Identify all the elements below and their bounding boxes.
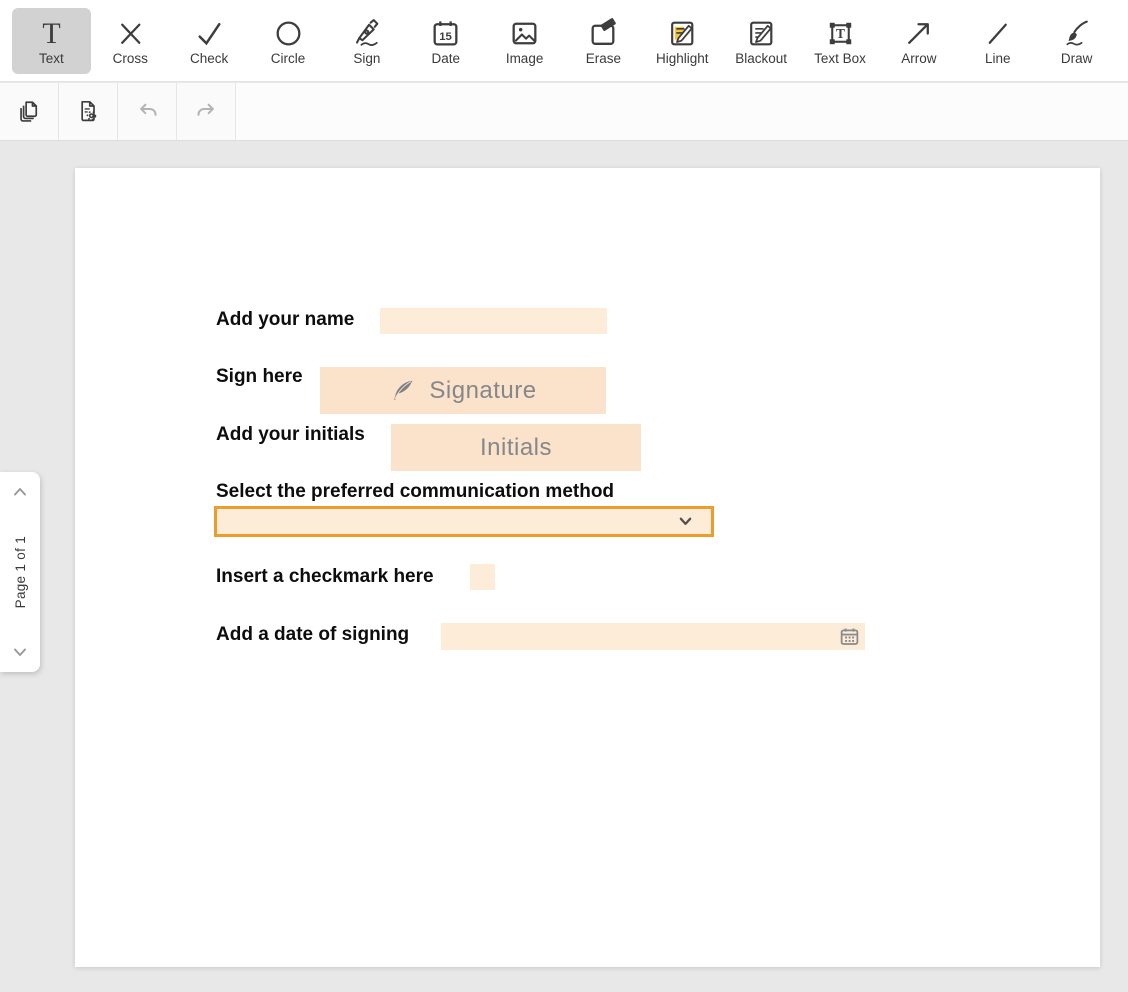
undo-icon (134, 98, 161, 125)
signature-placeholder: Signature (429, 377, 536, 405)
undo-button[interactable] (118, 83, 177, 140)
tool-text[interactable]: T Text (12, 8, 91, 74)
cross-icon (114, 17, 147, 50)
date-icon: 15 (429, 17, 462, 50)
sign-icon (350, 17, 383, 50)
tool-label: Arrow (901, 52, 936, 66)
tool-line[interactable]: Line (958, 8, 1037, 74)
document-canvas: Add your name Sign here Signature Add yo… (0, 141, 1128, 992)
checkmark-field[interactable] (470, 564, 495, 590)
tool-label: Sign (353, 52, 380, 66)
initials-field-label: Add your initials (216, 424, 365, 446)
pages-icon (16, 98, 43, 125)
text-box-icon: T (824, 17, 857, 50)
next-page-button[interactable] (11, 646, 29, 660)
feather-icon (389, 377, 416, 404)
name-field-label: Add your name (216, 309, 354, 331)
tool-sign[interactable]: Sign (327, 8, 406, 74)
tool-cross[interactable]: Cross (91, 8, 170, 74)
tool-label: Date (431, 52, 460, 66)
tool-label: Image (506, 52, 544, 66)
chevron-down-icon (11, 647, 29, 659)
page-settings-button[interactable] (59, 83, 118, 140)
tool-label: Draw (1061, 52, 1093, 66)
secondary-toolbar (0, 83, 1128, 141)
name-input-field[interactable] (380, 308, 607, 334)
tool-text-box[interactable]: T Text Box (801, 8, 880, 74)
tool-label: Cross (113, 52, 148, 66)
svg-text:15: 15 (439, 31, 452, 43)
svg-text:T: T (42, 17, 60, 50)
document-page: Add your name Sign here Signature Add yo… (75, 168, 1100, 967)
page-indicator: Page 1 of 1 (13, 536, 28, 608)
signature-field-label: Sign here (216, 366, 303, 388)
communication-method-dropdown[interactable] (214, 506, 714, 537)
tool-image[interactable]: Image (485, 8, 564, 74)
tool-date[interactable]: 15 Date (406, 8, 485, 74)
previous-page-button[interactable] (11, 484, 29, 498)
pages-button[interactable] (0, 83, 59, 140)
pdf-editor-app: T Text Cross Check Circle (0, 0, 1128, 992)
tool-arrow[interactable]: Arrow (879, 8, 958, 74)
dropdown-field-label: Select the preferred communication metho… (216, 481, 614, 503)
tool-draw[interactable]: Draw (1037, 8, 1116, 74)
image-icon (508, 17, 541, 50)
check-icon (193, 17, 226, 50)
tool-label: Erase (586, 52, 621, 66)
tool-label: Blackout (735, 52, 787, 66)
tool-circle[interactable]: Circle (249, 8, 328, 74)
page-settings-icon (75, 98, 102, 125)
redo-button[interactable] (177, 83, 236, 140)
initials-placeholder: Initials (480, 434, 552, 462)
main-toolbar: T Text Cross Check Circle (0, 0, 1128, 82)
highlight-icon (666, 17, 699, 50)
blackout-icon (745, 17, 778, 50)
chevron-down-icon (678, 514, 693, 529)
circle-icon (272, 17, 305, 50)
tool-label: Highlight (656, 52, 709, 66)
tool-label: Check (190, 52, 228, 66)
tool-blackout[interactable]: Blackout (722, 8, 801, 74)
draw-icon (1060, 17, 1093, 50)
text-icon: T (35, 17, 68, 50)
line-icon (981, 17, 1014, 50)
page-navigator: Page 1 of 1 (0, 472, 40, 672)
checkbox-field-label: Insert a checkmark here (216, 566, 434, 588)
tool-label: Line (985, 52, 1011, 66)
tool-highlight[interactable]: Highlight (643, 8, 722, 74)
arrow-icon (902, 17, 935, 50)
tool-label: Circle (271, 52, 306, 66)
tool-erase[interactable]: Erase (564, 8, 643, 74)
tool-check[interactable]: Check (170, 8, 249, 74)
date-of-signing-field[interactable] (441, 623, 865, 650)
tool-label: Text Box (814, 52, 866, 66)
svg-text:T: T (836, 26, 845, 41)
chevron-up-icon (11, 485, 29, 497)
calendar-icon (839, 626, 860, 647)
erase-icon (587, 17, 620, 50)
redo-icon (193, 98, 220, 125)
tool-label: Text (39, 52, 64, 66)
signature-field[interactable]: Signature (320, 367, 606, 414)
initials-field[interactable]: Initials (391, 424, 641, 471)
date-field-label: Add a date of signing (216, 624, 409, 646)
